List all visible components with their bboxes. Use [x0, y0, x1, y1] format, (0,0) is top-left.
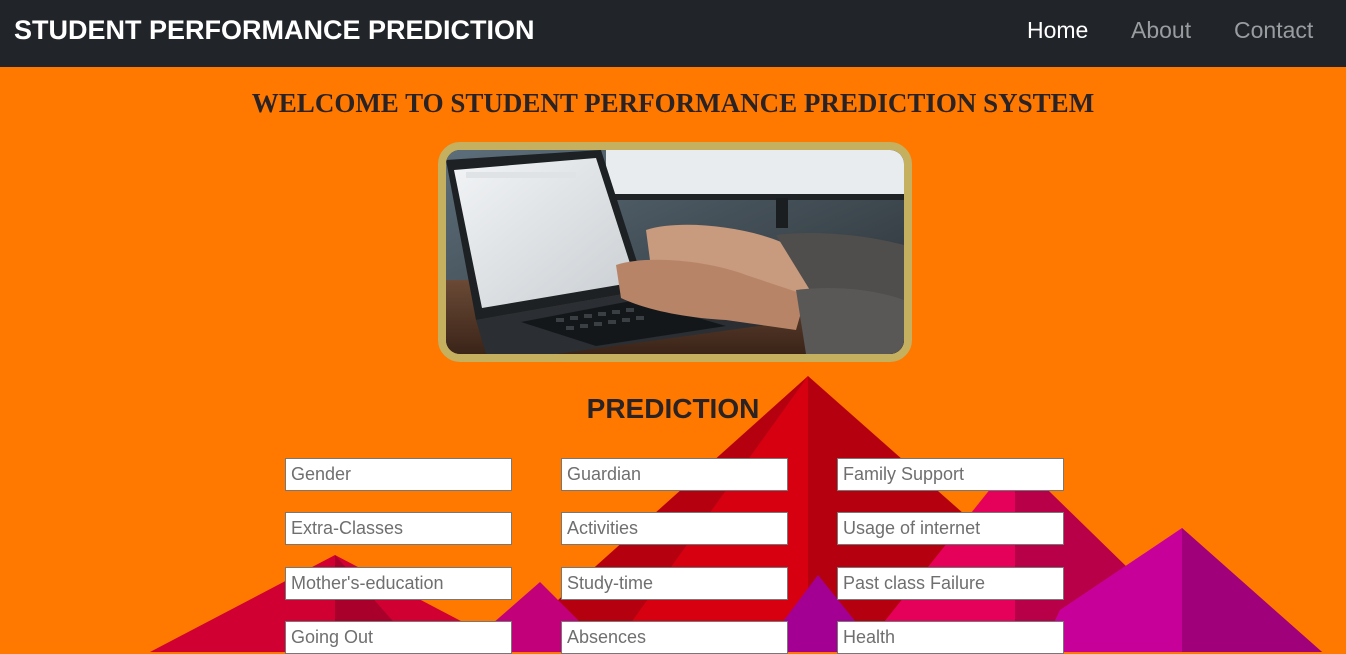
- absences-field[interactable]: [561, 621, 788, 654]
- going-out-field[interactable]: [285, 621, 512, 654]
- study-time-field[interactable]: [561, 567, 788, 600]
- nav-about-link[interactable]: About: [1131, 17, 1191, 44]
- guardian-field[interactable]: [561, 458, 788, 491]
- family-support-field[interactable]: [837, 458, 1064, 491]
- site-brand[interactable]: STUDENT PERFORMANCE PREDICTION: [14, 15, 535, 46]
- welcome-heading: WELCOME TO STUDENT PERFORMANCE PREDICTIO…: [251, 88, 1095, 118]
- top-navbar: STUDENT PERFORMANCE PREDICTION Home Abou…: [0, 0, 1346, 67]
- nav-contact-link[interactable]: Contact: [1234, 17, 1313, 44]
- prediction-heading: PREDICTION: [586, 393, 760, 424]
- activities-field[interactable]: [561, 512, 788, 545]
- internet-usage-field[interactable]: [837, 512, 1064, 545]
- mothers-education-field[interactable]: [285, 567, 512, 600]
- hero-image: [438, 142, 912, 362]
- nav-home-link[interactable]: Home: [1027, 17, 1088, 44]
- laptop-typing-photo: [446, 150, 904, 354]
- extra-classes-field[interactable]: [285, 512, 512, 545]
- gender-field[interactable]: [285, 458, 512, 491]
- health-field[interactable]: [837, 621, 1064, 654]
- past-class-failure-field[interactable]: [837, 567, 1064, 600]
